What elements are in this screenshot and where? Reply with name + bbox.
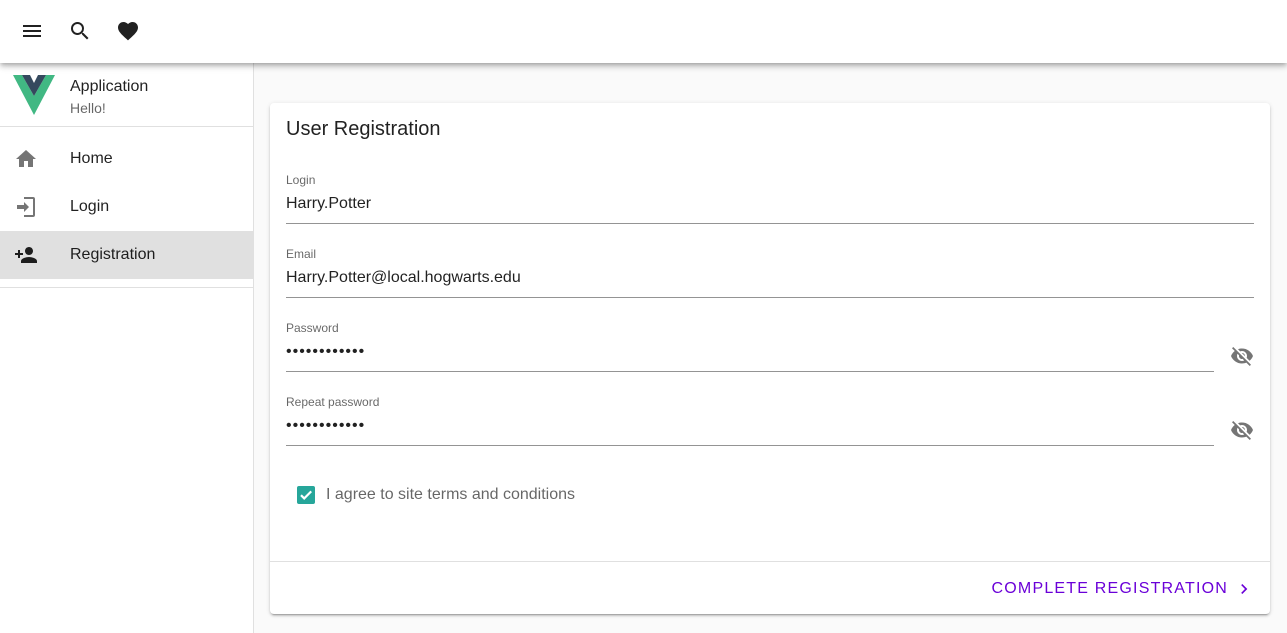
home-icon xyxy=(14,147,38,171)
terms-checkbox[interactable] xyxy=(296,485,316,505)
sidebar-item-label: Registration xyxy=(70,246,156,263)
login-field: Login xyxy=(286,173,1254,229)
heart-icon[interactable] xyxy=(110,13,146,49)
search-icon[interactable] xyxy=(62,13,98,49)
password-field: Password xyxy=(286,321,1254,377)
drawer-header: Application Hello! xyxy=(0,63,253,127)
login-input[interactable] xyxy=(286,191,1254,217)
eye-off-icon[interactable] xyxy=(1230,344,1254,368)
email-field: Email xyxy=(286,247,1254,303)
login-icon xyxy=(14,195,38,219)
repeat-password-label: Repeat password xyxy=(286,395,380,409)
repeat-password-input[interactable] xyxy=(286,413,1214,439)
sidebar-item-registration[interactable]: Registration xyxy=(0,231,253,279)
sidebar-item-label: Login xyxy=(70,198,110,215)
login-underline xyxy=(286,223,1254,224)
email-label: Email xyxy=(286,247,317,261)
email-underline xyxy=(286,297,1254,298)
person-add-icon xyxy=(14,243,38,267)
card-actions: Complete Registration xyxy=(270,561,1270,614)
terms-label: I agree to site terms and conditions xyxy=(326,486,576,503)
page-title: User Registration xyxy=(286,118,441,140)
nav-list: Home Login Registration xyxy=(0,127,253,288)
chevron-right-icon xyxy=(1241,584,1248,594)
login-label: Login xyxy=(286,173,316,187)
navigation-drawer: Application Hello! Home Login Registrati… xyxy=(0,63,254,633)
password-underline xyxy=(286,371,1214,372)
terms-agreement: I agree to site terms and conditions xyxy=(296,483,575,507)
password-label: Password xyxy=(286,321,339,335)
registration-card: User Registration Login Email Password R… xyxy=(270,103,1270,614)
sidebar-item-label: Home xyxy=(70,150,113,167)
sidebar-item-login[interactable]: Login xyxy=(0,183,253,231)
password-input[interactable] xyxy=(286,339,1214,365)
menu-icon[interactable] xyxy=(14,13,50,49)
sidebar-item-home[interactable]: Home xyxy=(0,135,253,183)
complete-registration-button[interactable]: Complete Registration xyxy=(986,573,1260,605)
vue-logo xyxy=(13,75,55,115)
repeat-password-field: Repeat password xyxy=(286,395,1254,451)
complete-registration-label: Complete Registration xyxy=(991,580,1228,597)
email-input[interactable] xyxy=(286,265,1254,291)
top-app-bar xyxy=(0,0,1287,63)
app-subtitle: Hello! xyxy=(70,100,106,116)
eye-off-icon[interactable] xyxy=(1230,418,1254,442)
app-title: Application xyxy=(70,78,149,95)
repeat-password-underline xyxy=(286,445,1214,446)
